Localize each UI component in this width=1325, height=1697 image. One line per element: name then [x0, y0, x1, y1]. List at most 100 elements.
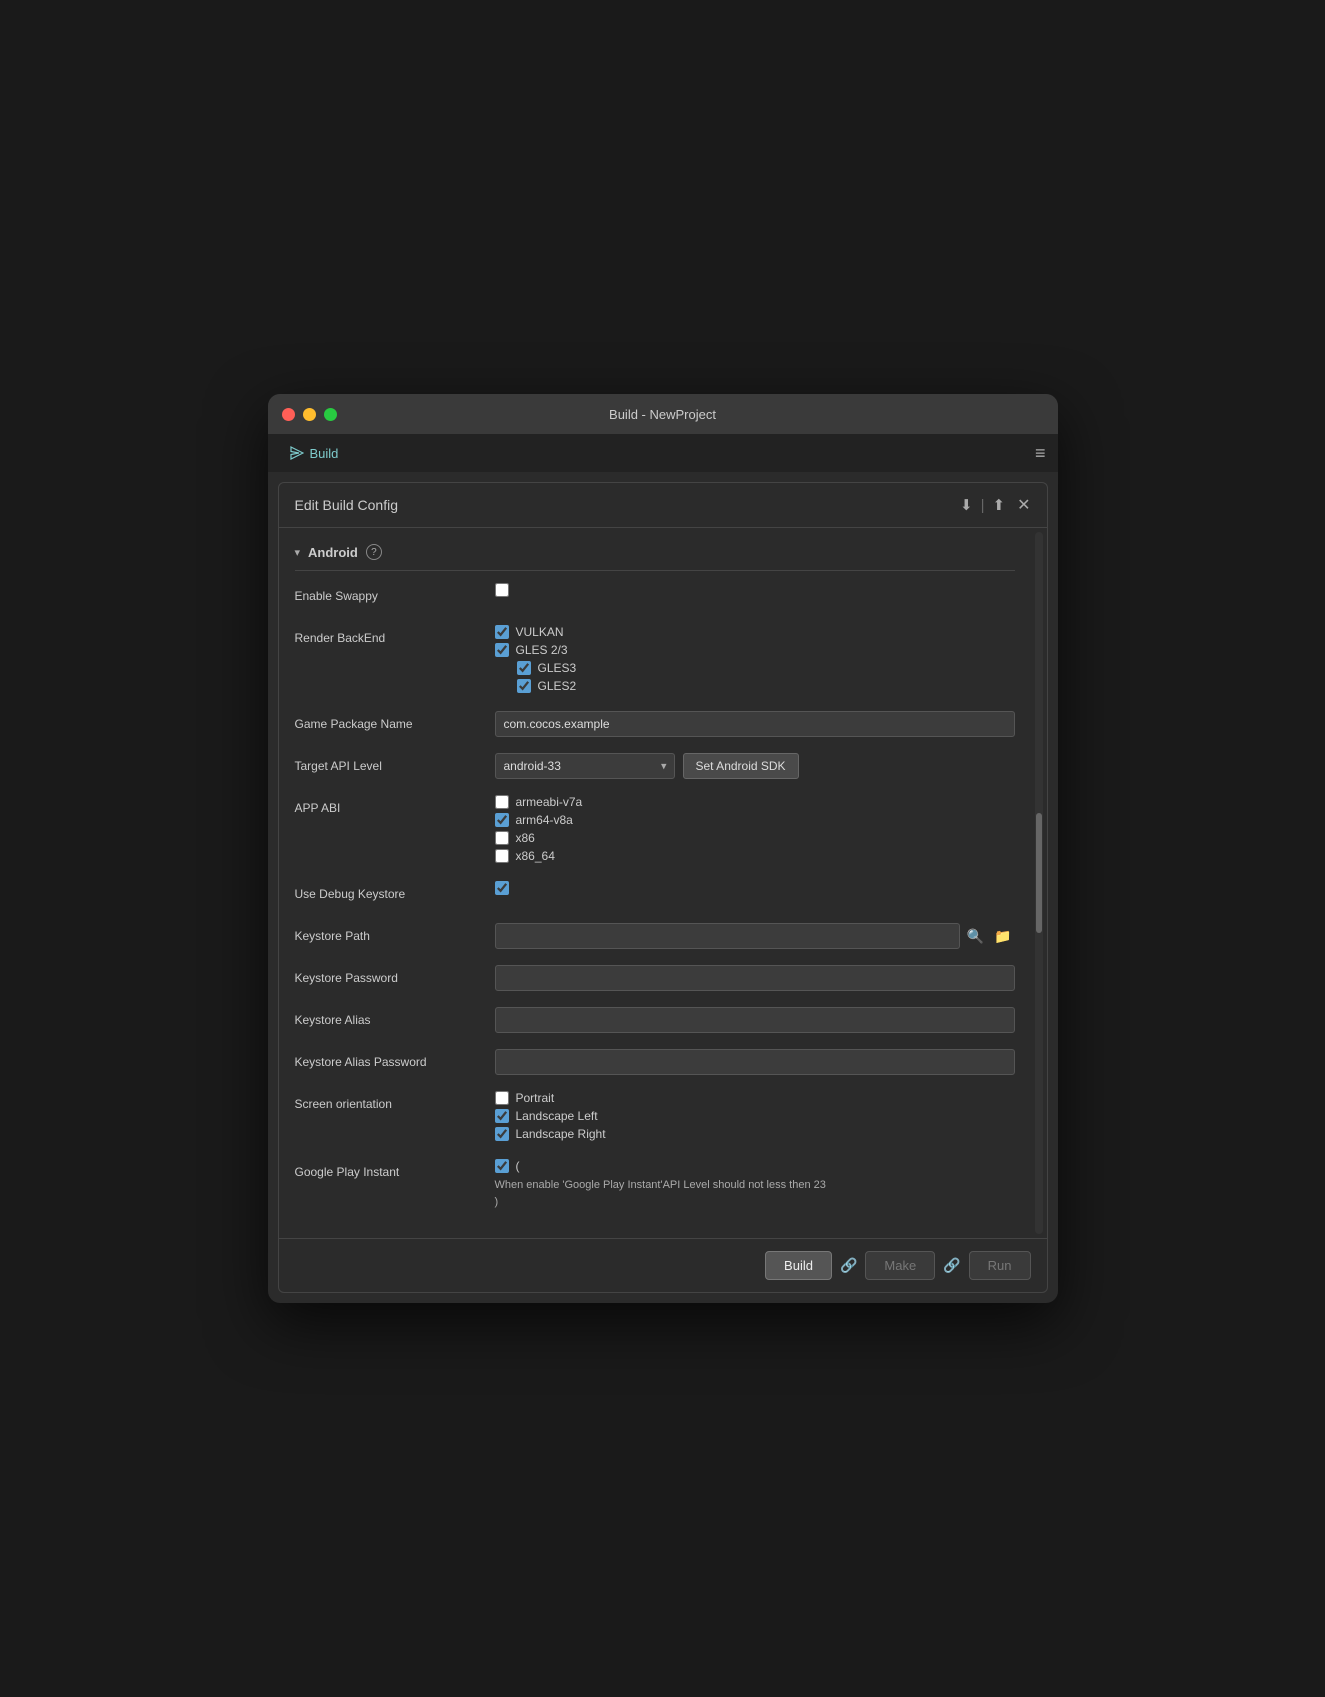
google-play-instant-open-paren: ( — [516, 1159, 520, 1173]
keystore-password-control — [495, 965, 1015, 991]
build-tab-label: Build — [310, 446, 339, 461]
screen-orientation-control: Portrait Landscape Left Landscape Right — [495, 1091, 1015, 1145]
vulkan-item: VULKAN — [495, 625, 1015, 639]
gles2-item: GLES2 — [517, 679, 1015, 693]
enable-swappy-label: Enable Swappy — [295, 583, 495, 605]
arm64-v8a-label: arm64-v8a — [516, 813, 573, 827]
make-link-icon: 🔗 — [943, 1257, 960, 1274]
google-play-instant-label: Google Play Instant — [295, 1159, 495, 1181]
android-help-icon[interactable]: ? — [366, 544, 382, 560]
target-api-level-control: android-33 android-32 android-31 android… — [495, 753, 1015, 779]
panel-content: ▾ Android ? Enable Swappy Render BackEnd — [279, 528, 1031, 1238]
keystore-password-row: Keystore Password — [295, 965, 1015, 993]
screen-orientation-row: Screen orientation Portrait Landscape Le… — [295, 1091, 1015, 1145]
build-tab[interactable]: Build — [280, 442, 349, 465]
armeabi-v7a-checkbox[interactable] — [495, 795, 509, 809]
google-play-instant-checkbox-row: ( — [495, 1159, 1015, 1173]
close-button[interactable] — [282, 408, 295, 421]
keystore-alias-password-label: Keystore Alias Password — [295, 1049, 495, 1071]
keystore-path-label: Keystore Path — [295, 923, 495, 945]
gles23-checkbox[interactable] — [495, 643, 509, 657]
render-backend-label: Render BackEnd — [295, 625, 495, 647]
use-debug-keystore-row: Use Debug Keystore — [295, 881, 1015, 909]
api-level-select[interactable]: android-33 android-32 android-31 android… — [495, 753, 675, 779]
keystore-folder-icon[interactable]: 📁 — [991, 925, 1014, 948]
gles2-checkbox[interactable] — [517, 679, 531, 693]
screen-orientation-label: Screen orientation — [295, 1091, 495, 1113]
landscape-right-label: Landscape Right — [516, 1127, 606, 1141]
app-abi-label: APP ABI — [295, 795, 495, 817]
landscape-left-item: Landscape Left — [495, 1109, 1015, 1123]
app-abi-row: APP ABI armeabi-v7a arm64-v8a x86 — [295, 795, 1015, 867]
panel-title: Edit Build Config — [295, 497, 399, 513]
x86-label: x86 — [516, 831, 535, 845]
keystore-path-control: 🔍 📁 — [495, 923, 1015, 949]
use-debug-keystore-checkbox[interactable] — [495, 881, 509, 895]
keystore-alias-input[interactable] — [495, 1007, 1015, 1033]
edit-build-config-panel: Edit Build Config ⬇ | ⬆ ✕ ▾ Android ? En… — [278, 482, 1048, 1293]
android-chevron-icon[interactable]: ▾ — [295, 546, 301, 559]
export-icon[interactable]: ⬆ — [993, 496, 1006, 514]
scrollbar[interactable] — [1035, 532, 1043, 1234]
landscape-left-checkbox[interactable] — [495, 1109, 509, 1123]
portrait-item: Portrait — [495, 1091, 1015, 1105]
armeabi-v7a-item: armeabi-v7a — [495, 795, 1015, 809]
make-button[interactable]: Make — [865, 1251, 935, 1280]
build-button[interactable]: Build — [765, 1251, 832, 1280]
window-title: Build - NewProject — [609, 407, 716, 422]
keystore-path-input[interactable] — [495, 923, 960, 949]
arm64-v8a-checkbox[interactable] — [495, 813, 509, 827]
build-tab-icon — [290, 446, 304, 460]
google-play-instant-control: ( When enable 'Google Play Instant'API L… — [495, 1159, 1015, 1208]
landscape-left-label: Landscape Left — [516, 1109, 598, 1123]
portrait-checkbox[interactable] — [495, 1091, 509, 1105]
minimize-button[interactable] — [303, 408, 316, 421]
armeabi-v7a-label: armeabi-v7a — [516, 795, 583, 809]
close-icon[interactable]: ✕ — [1017, 495, 1030, 515]
divider: | — [981, 497, 985, 514]
panel-header: Edit Build Config ⬇ | ⬆ ✕ — [279, 483, 1047, 528]
game-package-name-control — [495, 711, 1015, 737]
panel-body: ▾ Android ? Enable Swappy Render BackEnd — [279, 528, 1047, 1238]
target-api-level-label: Target API Level — [295, 753, 495, 775]
vulkan-checkbox[interactable] — [495, 625, 509, 639]
title-bar: Build - NewProject — [268, 394, 1058, 434]
android-section-header: ▾ Android ? — [295, 538, 1015, 571]
google-play-instant-checkbox[interactable] — [495, 1159, 509, 1173]
game-package-name-row: Game Package Name — [295, 711, 1015, 739]
x86-item: x86 — [495, 831, 1015, 845]
maximize-button[interactable] — [324, 408, 337, 421]
gles3-checkbox[interactable] — [517, 661, 531, 675]
gles23-item: GLES 2/3 — [495, 643, 1015, 657]
target-api-level-select-row: android-33 android-32 android-31 android… — [495, 753, 1015, 779]
x86-64-item: x86_64 — [495, 849, 1015, 863]
render-backend-control: VULKAN GLES 2/3 GLES3 GLES2 — [495, 625, 1015, 697]
portrait-label: Portrait — [516, 1091, 555, 1105]
render-backend-row: Render BackEnd VULKAN GLES 2/3 GLES3 — [295, 625, 1015, 697]
google-play-instant-row: Google Play Instant ( When enable 'Googl… — [295, 1159, 1015, 1208]
game-package-name-input[interactable] — [495, 711, 1015, 737]
app-abi-control: armeabi-v7a arm64-v8a x86 x86_64 — [495, 795, 1015, 867]
landscape-right-checkbox[interactable] — [495, 1127, 509, 1141]
menu-icon[interactable]: ≡ — [1035, 443, 1046, 464]
keystore-alias-label: Keystore Alias — [295, 1007, 495, 1029]
keystore-alias-password-input[interactable] — [495, 1049, 1015, 1075]
nav-bar: Build ≡ — [268, 434, 1058, 472]
import-icon[interactable]: ⬇ — [960, 496, 973, 514]
run-button[interactable]: Run — [969, 1251, 1031, 1280]
panel-footer: Build 🔗 Make 🔗 Run — [279, 1238, 1047, 1292]
google-play-instant-info: When enable 'Google Play Instant'API Lev… — [495, 1177, 1015, 1194]
keystore-password-input[interactable] — [495, 965, 1015, 991]
use-debug-keystore-label: Use Debug Keystore — [295, 881, 495, 903]
x86-checkbox[interactable] — [495, 831, 509, 845]
keystore-search-icon[interactable]: 🔍 — [964, 925, 987, 948]
game-package-name-label: Game Package Name — [295, 711, 495, 733]
gles2-label: GLES2 — [538, 679, 577, 693]
enable-swappy-checkbox[interactable] — [495, 583, 509, 597]
set-android-sdk-button[interactable]: Set Android SDK — [683, 753, 799, 779]
scrollbar-thumb[interactable] — [1036, 813, 1042, 933]
google-play-instant-close-paren: ) — [495, 1196, 1015, 1208]
x86-64-checkbox[interactable] — [495, 849, 509, 863]
keystore-alias-row: Keystore Alias — [295, 1007, 1015, 1035]
keystore-alias-control — [495, 1007, 1015, 1033]
